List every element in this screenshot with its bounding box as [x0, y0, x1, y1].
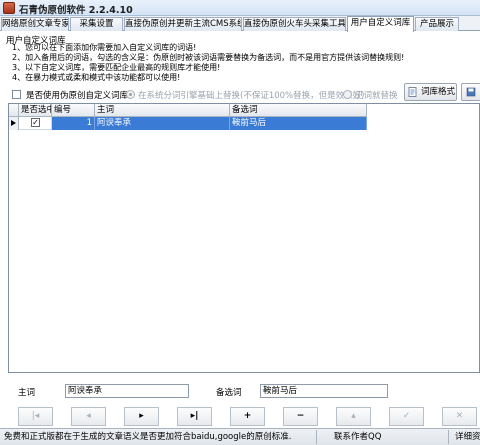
nav-edit-button[interactable]: ▴ — [336, 407, 371, 426]
status-message: 免费和正式版都在于生成的文章语义是否更加符合baidu,google的原创标准. — [4, 432, 292, 442]
instruction-line: 4、在暴力模式或柔和模式中该功能都可以使用! — [12, 73, 181, 82]
nav-post-button[interactable]: ✓ — [389, 407, 424, 426]
grid-corner — [9, 104, 19, 117]
status-divider — [316, 430, 317, 444]
table-cell-id[interactable]: 1 — [52, 117, 95, 130]
table-cell-alt-word[interactable]: 鞍前马后 — [230, 117, 367, 130]
main-word-label: 主词 — [18, 388, 36, 398]
instructions: 1、您可以在下面添加你需要加入自定义词库的词语! 2、加入备用后的词语，勾选的含… — [12, 43, 480, 83]
system-engine-label: 在系统分词引擎基础上替换(不保证100%替换，但是效果好) — [138, 91, 365, 101]
direct-replace-radio[interactable] — [343, 90, 352, 99]
use-custom-dictionary-label: 是否使用伪原创自定义词库 — [26, 91, 129, 101]
use-custom-dictionary-checkbox[interactable] — [12, 90, 21, 99]
instruction-line: 3、以下自定义词库，需要匹配企业最高的规则库才能使用! — [12, 63, 221, 72]
instruction-line: 1、您可以在下面添加你需要加入自定义词库的词语! — [12, 43, 197, 52]
options-row: 是否使用伪原创自定义词库 在系统分词引擎基础上替换(不保证100%替换，但是效果… — [6, 88, 406, 101]
record-navigator: |◂ ◂ ▸ ▸| + − ▴ ✓ ✕ — [8, 407, 480, 426]
nav-last-button[interactable]: ▸| — [177, 407, 212, 426]
nav-next-button[interactable]: ▸ — [124, 407, 159, 426]
direct-replace-label: 见词就替换 — [355, 91, 398, 101]
status-divider — [448, 430, 449, 444]
main-word-field[interactable]: 阿谀奉承 — [65, 384, 189, 398]
table-cell-main-word[interactable]: 阿谀奉承 — [95, 117, 230, 130]
tab-locomotive-tool[interactable]: 直接伪原创火车头采集工具 — [243, 17, 346, 31]
details-link[interactable]: 详细资 — [455, 430, 480, 444]
alt-word-field[interactable]: 鞍前马后 — [260, 384, 388, 398]
instruction-line: 2、加入备用后的词语，勾选的含义是：伪原创时被该词语需要替换为备选词，而不是用官… — [12, 53, 405, 62]
nav-first-button[interactable]: |◂ — [18, 407, 53, 426]
app-logo-icon — [3, 2, 15, 14]
window-title: 石青伪原创软件 2.2.4.10 — [19, 5, 133, 16]
tab-strip: 网络原创文章专家 采集设置 直接伪原创并更新主流CMS系统 直接伪原创火车头采集… — [0, 16, 480, 32]
save-icon — [466, 87, 476, 97]
extra-toolbar-button[interactable] — [461, 83, 480, 101]
current-row-icon — [11, 120, 16, 126]
system-engine-radio[interactable] — [126, 90, 135, 99]
dictionary-format-label: 词库格式 — [421, 87, 456, 97]
column-header-alt-word[interactable]: 备选词 — [230, 104, 367, 117]
tab-custom-dictionary[interactable]: 用户自定义词库 — [347, 16, 414, 32]
alt-word-label: 备选词 — [216, 388, 242, 398]
tab-cms-update[interactable]: 直接伪原创并更新主流CMS系统 — [124, 17, 242, 31]
tab-collect-settings[interactable]: 采集设置 — [70, 17, 123, 31]
tab-article-expert[interactable]: 网络原创文章专家 — [1, 17, 69, 31]
title-bar: 石青伪原创软件 2.2.4.10 — [0, 0, 480, 16]
row-select-checkbox[interactable]: ✓ — [31, 118, 40, 127]
column-header-selected[interactable]: 是否选中 — [19, 104, 52, 117]
document-icon — [408, 87, 417, 97]
row-indicator — [9, 117, 19, 130]
status-bar: 免费和正式版都在于生成的文章语义是否更加符合baidu,google的原创标准.… — [0, 428, 480, 445]
contact-author-link[interactable]: 联系作者QQ — [334, 430, 404, 444]
table-cell-selected[interactable]: ✓ — [19, 117, 52, 130]
nav-cancel-button[interactable]: ✕ — [442, 407, 477, 426]
column-header-main-word[interactable]: 主词 — [95, 104, 230, 117]
tab-product-showcase[interactable]: 产品展示 — [415, 17, 459, 31]
dictionary-grid[interactable]: 是否选中 编号 主词 备选词 ✓ 1 阿谀奉承 鞍前马后 — [8, 103, 480, 373]
nav-prev-button[interactable]: ◂ — [71, 407, 106, 426]
nav-insert-button[interactable]: + — [230, 407, 265, 426]
nav-delete-button[interactable]: − — [283, 407, 318, 426]
dictionary-format-button[interactable]: 词库格式 — [404, 83, 457, 101]
column-header-id[interactable]: 编号 — [52, 104, 95, 117]
